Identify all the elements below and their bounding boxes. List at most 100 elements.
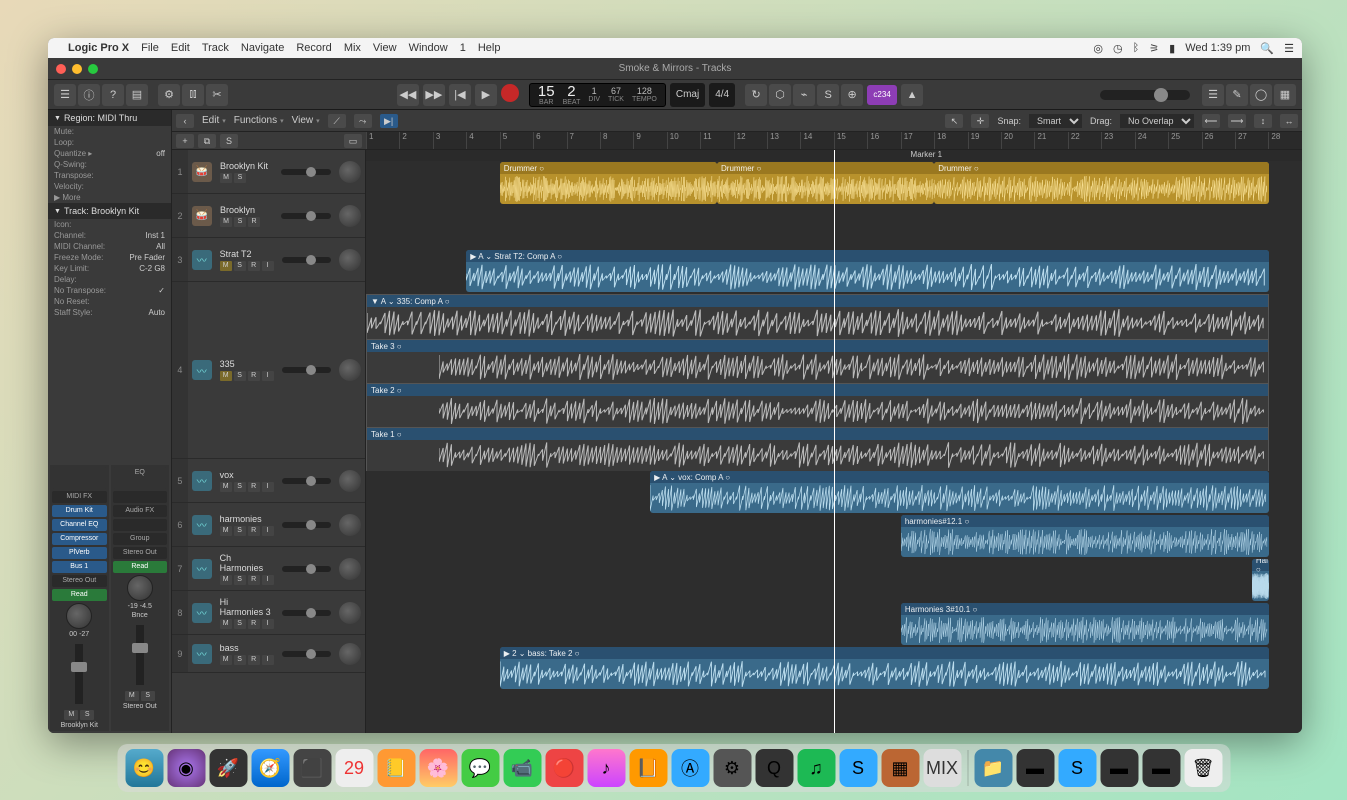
take-lane[interactable]: Take 2 ○ — [367, 383, 1268, 427]
inspector-row[interactable]: MIDI Channel:All — [48, 241, 171, 252]
track-name[interactable]: vox — [220, 470, 274, 480]
inspector-row[interactable]: Loop: — [48, 137, 171, 148]
ruler-bar[interactable]: 8 — [600, 132, 633, 149]
ruler-bar[interactable]: 28 — [1268, 132, 1301, 149]
inspector-button[interactable]: ⓘ — [78, 84, 100, 106]
track-icon[interactable]: 〰 — [192, 559, 212, 579]
inspector-row[interactable]: Key Limit:C-2 G8 — [48, 263, 171, 274]
menu-mix[interactable]: Mix — [344, 42, 361, 54]
track-pan-knob[interactable] — [339, 161, 361, 183]
track-header[interactable]: 4〰335MSRI — [172, 282, 365, 459]
region-header[interactable]: harmonies#12.1 ○ — [901, 515, 1269, 527]
volume-fader[interactable] — [136, 625, 144, 685]
track-header[interactable]: 1🥁Brooklyn KitMS — [172, 150, 365, 194]
track-header[interactable]: 2🥁BrooklynMSR — [172, 194, 365, 238]
track-name[interactable]: Hi Harmonies 3 — [220, 597, 274, 617]
track-name[interactable]: Brooklyn — [220, 205, 273, 215]
track-s-button[interactable]: S — [234, 261, 246, 271]
track-icon[interactable]: 🥁 — [192, 206, 212, 226]
clock-icon[interactable]: ◷ — [1113, 42, 1123, 55]
send-slot[interactable]: Bus 1 — [52, 561, 107, 573]
ruler-bar[interactable]: 18 — [934, 132, 967, 149]
media-browser-button[interactable]: ▦ — [1274, 84, 1296, 106]
track-icon[interactable]: 〰 — [192, 471, 212, 491]
track-m-button[interactable]: M — [220, 371, 232, 381]
take-folder[interactable]: ▼ A ⌄ 335: Comp A ○ Take 3 ○ Take 2 ○Take … — [366, 294, 1269, 471]
ruler-bar[interactable]: 7 — [567, 132, 600, 149]
playhead[interactable] — [834, 150, 835, 733]
track-i-button[interactable]: I — [262, 261, 274, 271]
preferences-icon[interactable]: ⚙ — [713, 749, 751, 787]
app-icon[interactable]: 📒 — [377, 749, 415, 787]
ruler-bar[interactable]: 21 — [1034, 132, 1067, 149]
inspector-row[interactable]: Velocity: — [48, 181, 171, 192]
menu-track[interactable]: Track — [202, 42, 229, 54]
track-volume-slider[interactable] — [281, 169, 331, 175]
strip-solo[interactable]: S — [80, 710, 94, 720]
take-header[interactable]: Take 1 ○ — [367, 428, 1268, 440]
audio-fx-slot-3[interactable]: PlVerb — [52, 547, 107, 559]
battery-icon[interactable]: ▮ — [1169, 42, 1175, 55]
ibooks-icon[interactable]: 📙 — [629, 749, 667, 787]
messages-icon[interactable]: 💬 — [461, 749, 499, 787]
take-header[interactable]: Take 3 ○ — [367, 340, 1268, 352]
appstore-icon[interactable]: Ⓐ — [671, 749, 709, 787]
track-r-button[interactable]: R — [248, 655, 260, 665]
track-i-button[interactable]: I — [262, 482, 274, 492]
minimized-window-icon[interactable]: S — [1058, 749, 1096, 787]
waveform-zoom-in-icon[interactable]: ⟶ — [1228, 114, 1246, 128]
region[interactable]: Drummer ○ — [717, 162, 934, 204]
minimized-window-icon[interactable]: ▬ — [1142, 749, 1180, 787]
marker[interactable]: Marker 1 — [908, 150, 946, 161]
spotify-icon[interactable]: ♫ — [797, 749, 835, 787]
region-header[interactable]: ▶ A ⌄ Strat T2: Comp A ○ — [466, 250, 1268, 262]
track-r-button[interactable]: R — [248, 261, 260, 271]
ruler-bar[interactable]: 6 — [533, 132, 566, 149]
menu-record[interactable]: Record — [296, 42, 331, 54]
finder-icon[interactable]: 😊 — [125, 749, 163, 787]
ruler-bar[interactable]: 5 — [500, 132, 533, 149]
inspector-row[interactable]: Quantize ▸off — [48, 148, 171, 159]
track-icon[interactable]: 〰 — [192, 360, 212, 380]
inspector-row[interactable]: Delay: — [48, 274, 171, 285]
bar-ruler[interactable]: 1234567891011121314151617181920212223242… — [366, 132, 1302, 149]
region-inspector-header[interactable]: Region: MIDI Thru — [48, 110, 171, 126]
bluetooth-icon[interactable]: ᛒ — [1133, 42, 1140, 54]
mix-app-icon[interactable]: MIX — [923, 749, 961, 787]
track-r-button[interactable]: R — [248, 619, 260, 629]
tuner-button[interactable]: ⌁ — [793, 84, 815, 106]
track-pan-knob[interactable] — [339, 602, 361, 624]
take-folder-header[interactable]: ▼ A ⌄ 335: Comp A ○ — [367, 295, 1268, 307]
skype-icon[interactable]: S — [839, 749, 877, 787]
track-name[interactable]: harmonies — [220, 514, 274, 524]
ruler-bar[interactable]: 10 — [667, 132, 700, 149]
region-header[interactable]: ▶ A ⌄ vox: Comp A ○ — [650, 471, 1268, 483]
track-volume-slider[interactable] — [282, 522, 332, 528]
track-pan-knob[interactable] — [339, 359, 361, 381]
menu-edit[interactable]: Edit — [171, 42, 190, 54]
global-solo-button[interactable]: S — [220, 134, 238, 148]
region[interactable]: harmonies#12.1 ○ — [901, 515, 1269, 557]
marquee-tool[interactable]: ✛ — [971, 114, 989, 128]
track-m-button[interactable]: M — [220, 482, 232, 492]
midi-fx-slot[interactable]: MIDI FX — [52, 491, 107, 503]
snap-select[interactable]: Smart — [1029, 114, 1082, 128]
track-icon[interactable]: 🥁 — [192, 162, 212, 182]
mixer-button[interactable]: ⫾⫾ — [182, 84, 204, 106]
track-s-button[interactable]: S — [234, 619, 246, 629]
region-header[interactable]: ▶ 2 ⌄ bass: Take 2 ○ — [500, 647, 1269, 659]
menu-navigate[interactable]: Navigate — [241, 42, 284, 54]
region[interactable]: Drummer ○ — [500, 162, 717, 204]
menu-window[interactable]: Window — [409, 42, 448, 54]
audio-fx-slot[interactable]: Channel EQ — [52, 519, 107, 531]
track-header[interactable]: 7〰Ch HarmoniesMSRI — [172, 547, 365, 591]
track-header[interactable]: 5〰voxMSRI — [172, 459, 365, 503]
track-s-button[interactable]: S — [234, 482, 246, 492]
inspector-row[interactable]: Staff Style:Auto — [48, 307, 171, 318]
track-s-button[interactable]: S — [234, 575, 246, 585]
track-name[interactable]: bass — [220, 643, 274, 653]
safari-icon[interactable]: 🧭 — [251, 749, 289, 787]
ruler-bar[interactable]: 9 — [633, 132, 666, 149]
ruler-bar[interactable]: 4 — [466, 132, 499, 149]
track-pan-knob[interactable] — [339, 643, 361, 665]
